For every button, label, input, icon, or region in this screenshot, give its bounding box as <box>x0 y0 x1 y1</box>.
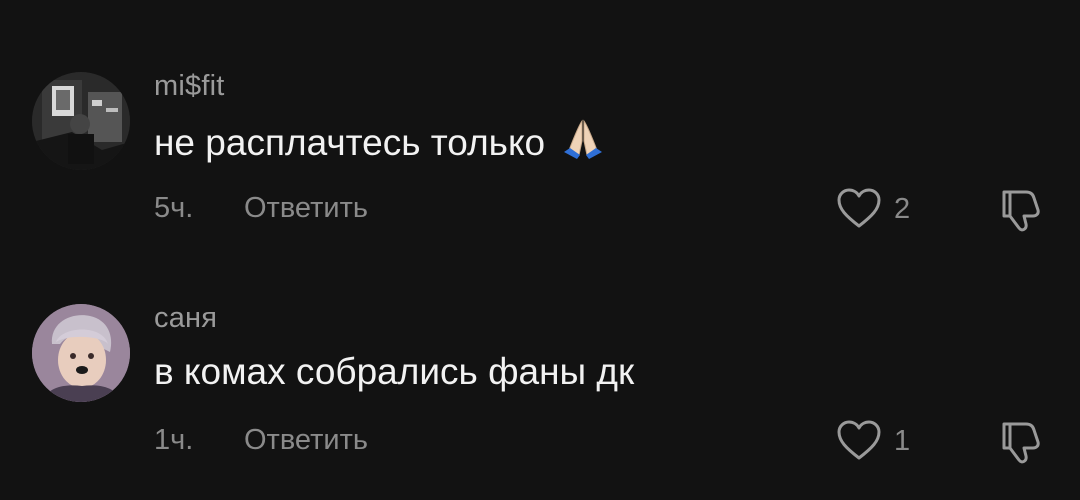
like-button[interactable]: 1 <box>836 418 926 464</box>
comment: саня в комах собрались фаны дк 1ч. Ответ… <box>0 0 1080 464</box>
avatar[interactable] <box>32 304 130 402</box>
thumbs-down-icon <box>1002 422 1040 464</box>
heart-icon <box>837 420 881 460</box>
reply-button[interactable]: Ответить <box>244 424 368 457</box>
avatar-image <box>32 304 130 402</box>
like-count: 1 <box>894 425 911 457</box>
comment-text: в комах собрались фаны дк <box>154 351 634 393</box>
comment-timestamp: 1ч. <box>154 424 194 456</box>
comment-text-body: в комах собрались фаны дк <box>154 351 635 392</box>
comment-username[interactable]: саня <box>154 302 217 335</box>
dislike-button[interactable] <box>996 416 1048 468</box>
